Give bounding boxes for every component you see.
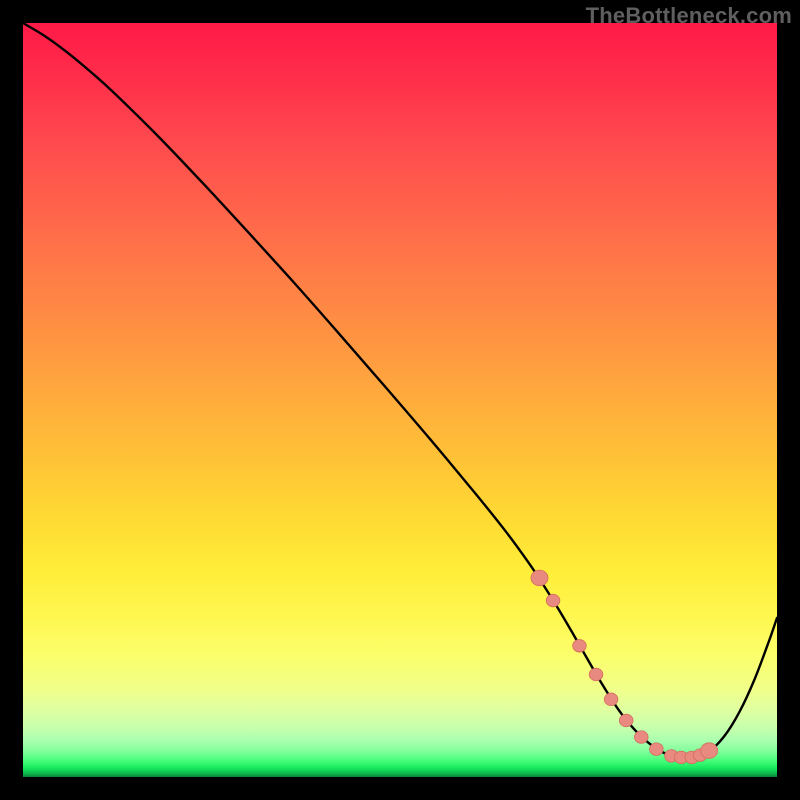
curve-marker <box>619 714 633 727</box>
marker-group <box>531 570 718 764</box>
curve-marker <box>573 640 587 653</box>
chart-stage: TheBottleneck.com <box>0 0 800 800</box>
curve-marker <box>701 743 718 759</box>
plot-area <box>23 23 777 777</box>
bottleneck-curve <box>23 23 777 758</box>
curve-layer <box>23 23 777 777</box>
curve-marker <box>604 693 618 706</box>
curve-marker <box>589 668 603 681</box>
curve-marker <box>634 731 648 744</box>
curve-marker <box>650 743 664 756</box>
curve-marker <box>531 570 548 586</box>
curve-marker <box>546 594 560 607</box>
watermark-text: TheBottleneck.com <box>586 3 792 29</box>
